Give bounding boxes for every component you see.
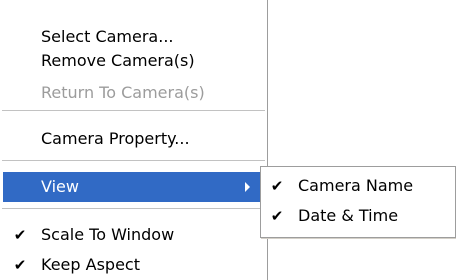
menu-item-keep-aspect[interactable]: ✔ Keep Aspect: [3, 250, 264, 280]
menu-item-view[interactable]: View: [3, 172, 260, 202]
menu-separator: [2, 208, 265, 209]
menu-item-label: Keep Aspect: [41, 255, 140, 274]
menu-item-label: Remove Camera(s): [41, 51, 195, 70]
submenu-item-date-time[interactable]: ✔ Date & Time: [264, 201, 452, 231]
menu-item-remove-camera[interactable]: Remove Camera(s): [3, 46, 264, 76]
chevron-right-icon: [245, 182, 250, 192]
menu-item-scale-to-window[interactable]: ✔ Scale To Window: [3, 220, 264, 250]
menu-item-label: Camera Name: [298, 176, 414, 195]
view-submenu: ✔ Camera Name ✔ Date & Time: [260, 166, 456, 238]
checkmark-icon: ✔: [13, 226, 27, 244]
menu-item-label: Scale To Window: [41, 225, 175, 244]
menu-item-label: Camera Property...: [41, 129, 190, 148]
menu-item-label: Return To Camera(s): [41, 83, 205, 102]
menu-item-label: View: [41, 177, 79, 196]
menu-item-return-to-camera: Return To Camera(s): [3, 78, 264, 108]
screenshot-stage: Select Camera... Remove Camera(s) Return…: [0, 0, 456, 280]
menu-separator: [2, 110, 265, 111]
menu-item-label: Date & Time: [298, 206, 399, 225]
checkmark-icon: ✔: [270, 177, 284, 195]
checkmark-icon: ✔: [13, 256, 27, 274]
menu-item-camera-property[interactable]: Camera Property...: [3, 124, 264, 154]
submenu-item-camera-name[interactable]: ✔ Camera Name: [264, 171, 452, 201]
camera-context-menu: Select Camera... Remove Camera(s) Return…: [0, 0, 268, 280]
menu-separator: [2, 160, 265, 161]
checkmark-icon: ✔: [270, 207, 284, 225]
